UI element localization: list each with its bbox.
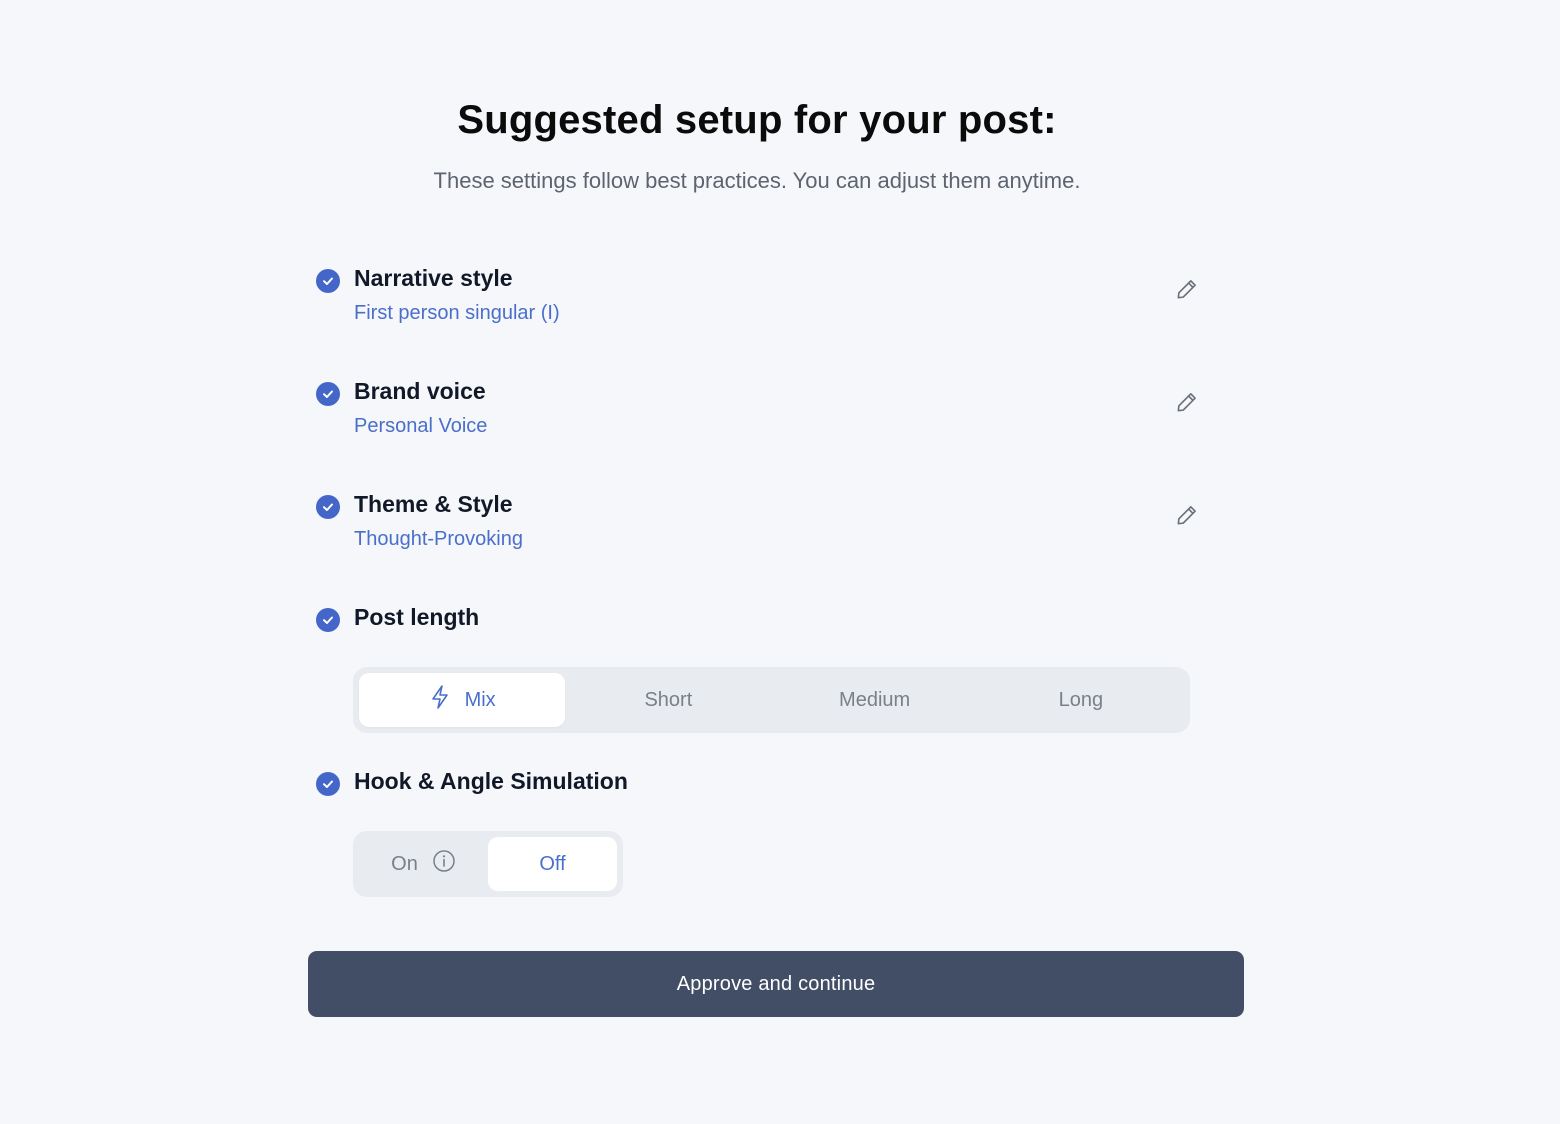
post-length-option-long[interactable]: Long — [978, 673, 1184, 727]
option-label: Mix — [464, 688, 496, 711]
setting-label: Narrative style — [354, 265, 513, 291]
option-label: On — [391, 852, 418, 875]
pencil-icon[interactable] — [1172, 500, 1202, 530]
lightning-icon — [429, 684, 451, 716]
option-label: Long — [1058, 688, 1104, 711]
post-length-option-mix[interactable]: Mix — [359, 673, 566, 727]
check-circle-icon — [316, 269, 340, 293]
pencil-icon[interactable] — [1172, 274, 1202, 304]
toggle-off-option[interactable]: Off — [488, 837, 617, 891]
pencil-icon[interactable] — [1172, 387, 1202, 417]
page-subtitle: These settings follow best practices. Yo… — [433, 168, 1081, 193]
check-circle-icon — [316, 495, 340, 519]
setting-label: Hook & Angle Simulation — [354, 768, 628, 794]
setting-value: Thought-Provoking — [354, 528, 523, 550]
check-circle-icon — [316, 608, 340, 632]
post-length-option-medium[interactable]: Medium — [772, 673, 978, 727]
post-length-selector: Mix Short Medium Long — [353, 667, 1190, 733]
page-title: Suggested setup for your post: — [457, 98, 1057, 142]
option-label: Short — [644, 688, 693, 711]
setting-label: Post length — [354, 604, 480, 630]
post-length-option-short[interactable]: Short — [565, 673, 771, 727]
approve-continue-button[interactable]: Approve and continue — [308, 951, 1244, 1017]
setting-label: Brand voice — [354, 378, 486, 404]
setting-label: Theme & Style — [354, 491, 513, 517]
setting-value: First person singular (I) — [354, 302, 560, 324]
option-label: Medium — [839, 688, 911, 711]
toggle-on-option[interactable]: On — [359, 837, 488, 891]
option-label: Off — [539, 852, 566, 875]
setting-value: Personal Voice — [354, 415, 488, 437]
check-circle-icon — [316, 772, 340, 796]
hook-simulation-toggle: On Off — [353, 831, 623, 897]
check-circle-icon — [316, 382, 340, 406]
info-icon[interactable] — [432, 849, 456, 879]
